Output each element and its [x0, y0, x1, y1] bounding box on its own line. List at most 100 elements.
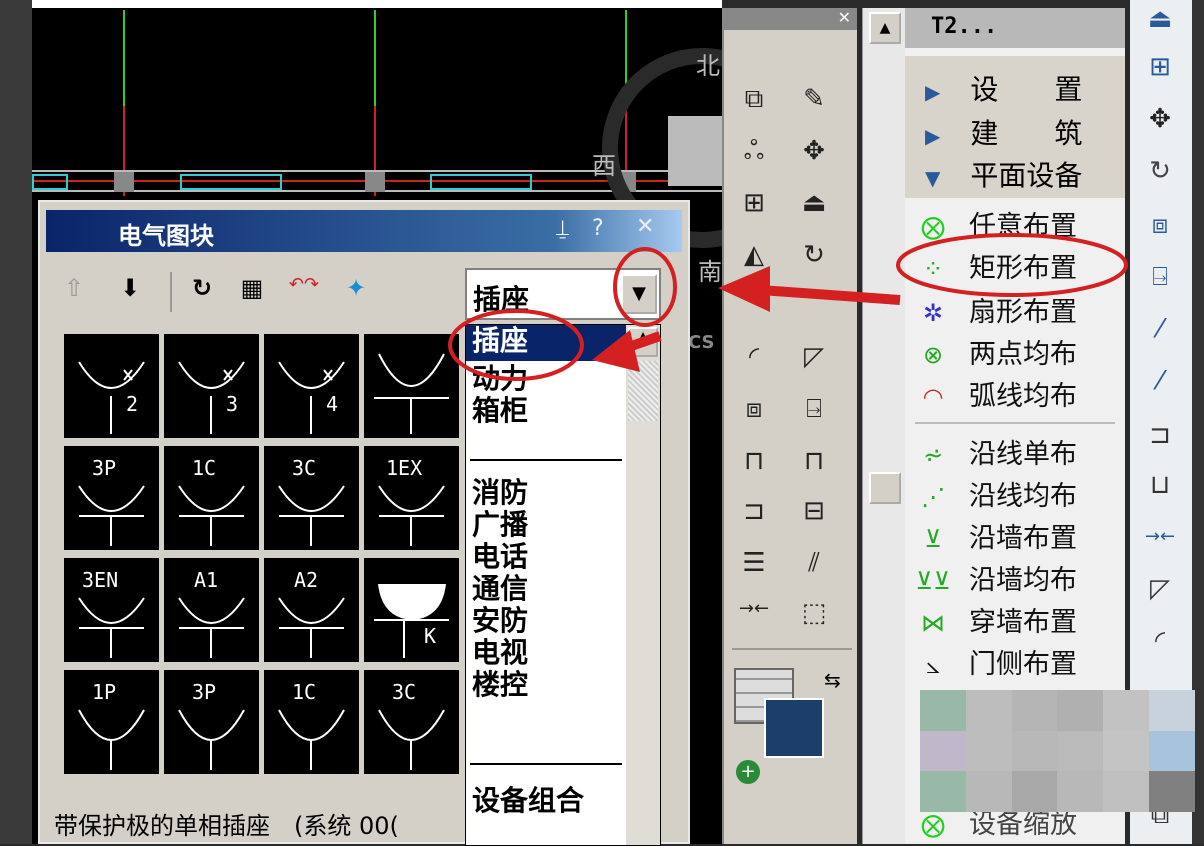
menu-item-wall-even[interactable]: ⊻⊻沿墙均布: [915, 558, 1077, 597]
swap-icon[interactable]: ↶↷: [288, 274, 320, 310]
dropdown-scrollbar[interactable]: ▲: [626, 325, 660, 845]
menu-item-rect-layout[interactable]: ⁘矩形布置: [915, 246, 1077, 285]
dropdown-item-selected[interactable]: 插座: [466, 325, 626, 361]
dropdown-item[interactable]: 楼控: [472, 669, 528, 701]
block-tile[interactable]: 2: [64, 334, 159, 438]
chevron-down-icon[interactable]: ▼: [621, 274, 657, 314]
scale-icon[interactable]: ⧈: [1138, 210, 1182, 241]
rotate-icon[interactable]: ↻: [794, 240, 834, 270]
dropdown-item[interactable]: 动力: [472, 363, 528, 395]
fillet-icon[interactable]: ◜: [1138, 626, 1182, 656]
menu-item-two-point[interactable]: ⊗两点均布: [915, 332, 1077, 371]
color-swatch[interactable]: [764, 698, 824, 758]
chamfer-icon[interactable]: ◸: [1138, 574, 1182, 604]
section-building[interactable]: ▶建 筑: [925, 112, 1115, 152]
menu-item-free-layout[interactable]: ⨂任意布置: [915, 204, 1077, 243]
section-plan-equipment[interactable]: ▼平面设备: [925, 154, 1115, 194]
compass-south[interactable]: 南: [698, 252, 722, 287]
dropdown-item[interactable]: 消防: [472, 477, 528, 509]
compass-north[interactable]: 北: [696, 46, 720, 81]
block-tile[interactable]: 3EN: [64, 558, 159, 662]
stretch-icon[interactable]: ⏏: [1138, 4, 1182, 34]
copy-icon[interactable]: ⧉: [734, 84, 774, 115]
break-both-icon[interactable]: ⊔: [1138, 470, 1182, 500]
break-point-icon[interactable]: ⊐: [1138, 420, 1182, 450]
block-tile[interactable]: 1C: [264, 670, 359, 774]
dropdown-item[interactable]: 设备组合: [472, 785, 584, 817]
grid-icon[interactable]: ▦: [236, 274, 268, 310]
menu-item-line-even[interactable]: ⋰沿线均布: [915, 474, 1077, 513]
dialog-title-bar[interactable]: 电气图块: [46, 210, 682, 252]
fillet-icon[interactable]: ◜: [734, 342, 774, 372]
join-icon[interactable]: ⊟: [794, 496, 834, 526]
move-icon[interactable]: ✥: [794, 136, 834, 166]
help-button[interactable]: ?: [592, 216, 604, 241]
stretch-icon[interactable]: ⏏: [794, 188, 834, 218]
block-tile[interactable]: 1P: [64, 670, 159, 774]
trim-icon[interactable]: ⊓: [734, 446, 774, 476]
block-tile[interactable]: 3C: [364, 670, 459, 774]
vertical-scrollbar[interactable]: ▲: [862, 8, 906, 844]
block-tile[interactable]: 1C: [164, 446, 259, 550]
3d-icon[interactable]: ⬚: [794, 598, 834, 628]
break-icon[interactable]: ⁄: [1138, 366, 1182, 396]
offset-icon[interactable]: ஃ: [734, 136, 774, 169]
move-up-icon[interactable]: ⇧: [58, 274, 90, 310]
break-icon[interactable]: ⊓: [794, 446, 834, 476]
join-icon[interactable]: →←: [1138, 526, 1182, 547]
menu-item-wall-place[interactable]: ⊻沿墙布置: [915, 516, 1077, 555]
viewcube[interactable]: [668, 116, 722, 186]
extend-icon[interactable]: ⍈: [1138, 262, 1182, 293]
scroll-up-icon[interactable]: ▲: [628, 327, 658, 357]
array-icon[interactable]: ⊞: [1138, 52, 1182, 82]
rotate-icon[interactable]: ↻: [186, 274, 218, 310]
block-tile[interactable]: 3C: [264, 446, 359, 550]
panel-header[interactable]: T2...: [905, 8, 1125, 48]
dropdown-item[interactable]: 电视: [472, 637, 528, 669]
pin-icon[interactable]: ⍊: [556, 216, 569, 241]
rotate-icon[interactable]: ↻: [1138, 156, 1182, 186]
move-icon[interactable]: ✥: [1138, 104, 1182, 134]
array-icon[interactable]: ⊞: [734, 188, 774, 218]
menu-item-through-wall[interactable]: ⋈穿墙布置: [915, 600, 1077, 639]
close-button[interactable]: ✕: [636, 214, 654, 239]
scroll-thumb[interactable]: [628, 361, 658, 421]
menu-item-arc[interactable]: ◠弧线均布: [915, 374, 1077, 413]
align-icon[interactable]: ⊐: [734, 496, 774, 526]
dropdown-item[interactable]: 箱柜: [472, 395, 528, 427]
add-icon[interactable]: +: [736, 760, 760, 784]
block-tile[interactable]: 3P: [164, 670, 259, 774]
block-tile[interactable]: 1EX: [364, 446, 459, 550]
dropdown-item[interactable]: 安防: [472, 605, 528, 637]
menu-item-door-side[interactable]: ⦣门侧布置: [915, 642, 1077, 681]
user-icon[interactable]: ✦: [340, 274, 372, 310]
block-tile[interactable]: 3P: [64, 446, 159, 550]
swap-colors-icon[interactable]: ⇆: [824, 668, 841, 692]
block-tile[interactable]: 4: [264, 334, 359, 438]
scroll-up-icon[interactable]: ▲: [869, 12, 901, 44]
toolbar-close-icon[interactable]: ✕: [724, 8, 857, 30]
list-icon[interactable]: ☰: [734, 548, 774, 578]
compass-west[interactable]: 西: [592, 146, 616, 181]
menu-item-fan-layout[interactable]: ✲扇形布置: [915, 290, 1077, 329]
pencil-icon[interactable]: ✎: [794, 84, 834, 114]
block-tile[interactable]: A2: [264, 558, 359, 662]
block-tile[interactable]: 3: [164, 334, 259, 438]
mirror-icon[interactable]: ◭: [734, 240, 774, 270]
category-dropdown-list[interactable]: 插座 ▲ 动力 箱柜 消防 广播 电话 通信 安防 电视 楼控 设备组合: [465, 324, 661, 846]
break-at-point-icon[interactable]: →←: [734, 598, 774, 619]
dropdown-item[interactable]: 通信: [472, 573, 528, 605]
scale-icon[interactable]: ⧈: [734, 394, 774, 425]
category-combo[interactable]: 插座 ▼: [465, 268, 661, 320]
move-down-icon[interactable]: ⬇: [114, 274, 146, 310]
chamfer-icon[interactable]: ◸: [794, 342, 834, 372]
block-tile[interactable]: [364, 334, 459, 438]
menu-item-line-single[interactable]: ⩫沿线单布: [915, 432, 1077, 471]
trim-icon[interactable]: ⁄: [1138, 314, 1182, 344]
scroll-thumb[interactable]: [869, 472, 901, 504]
section-settings[interactable]: ▶设 置: [925, 68, 1115, 108]
block-tile[interactable]: K: [364, 558, 459, 662]
block-tile[interactable]: A1: [164, 558, 259, 662]
dropdown-item[interactable]: 广播: [472, 509, 528, 541]
dropdown-item[interactable]: 电话: [472, 541, 528, 573]
